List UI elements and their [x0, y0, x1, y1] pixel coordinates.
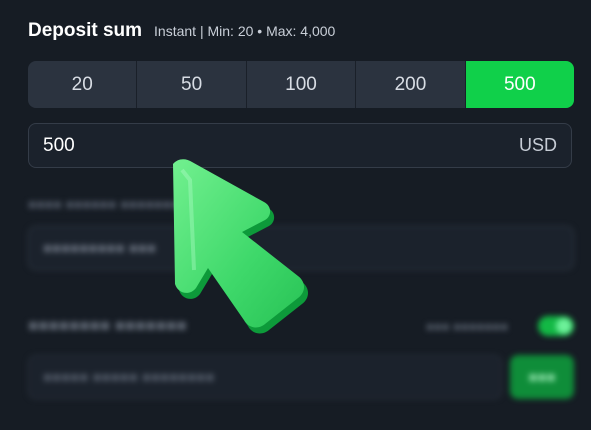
deposit-title: Deposit sum: [28, 20, 143, 41]
deposit-limits: Instant | Min: 20 • Max: 4,000: [154, 23, 336, 39]
promo-code-input[interactable]: ■■■■■ ■■■■■ ■■■■■■■■: [28, 355, 502, 399]
bonus-toggle-label: ■■■ ■■■■■■■: [426, 319, 509, 334]
amount-preset-selector: 20 50 100 200 500: [28, 61, 574, 108]
amount-preset-200[interactable]: 200: [356, 61, 466, 108]
arrow-pointer-icon: [173, 159, 308, 334]
email-label-blurred: ■■■■ ■■■■■■ ■■■■■■■: [28, 196, 180, 212]
amount-value: 500: [43, 134, 75, 156]
deposit-header: Deposit sum Instant | Min: 20 • Max: 4,0…: [28, 20, 335, 42]
bonus-toggle[interactable]: [538, 316, 574, 336]
amount-preset-100[interactable]: 100: [246, 61, 357, 108]
promo-apply-button[interactable]: ■■■: [510, 355, 574, 399]
amount-preset-20[interactable]: 20: [28, 61, 138, 108]
amount-preset-500[interactable]: 500: [465, 61, 574, 108]
amount-preset-50[interactable]: 50: [137, 61, 247, 108]
currency-label: USD: [518, 135, 557, 155]
